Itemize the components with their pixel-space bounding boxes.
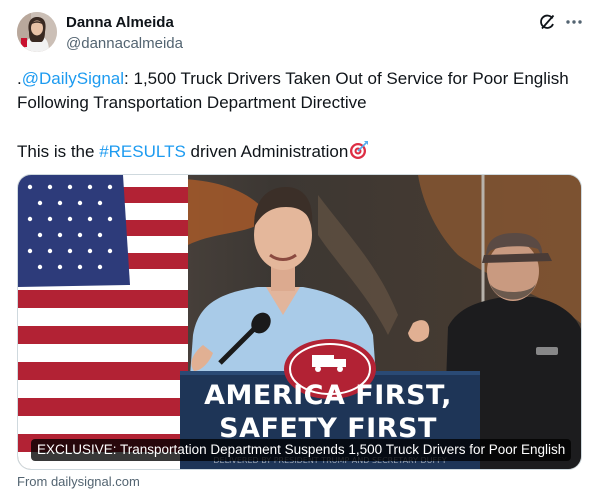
author-name[interactable]: Danna Almeida <box>66 14 174 31</box>
tweet-text-line-2: Following Transportation Department Dire… <box>17 93 367 112</box>
text-segment: This is the <box>17 142 100 161</box>
hashtag-link[interactable]: #RESULTS <box>99 142 186 161</box>
link-card-media[interactable]: DELIVERED BY PRESIDENT TRUMP AND SECRETA… <box>17 174 582 470</box>
tweet: Danna Almeida @dannacalmeida .@DailySign… <box>0 0 598 491</box>
card-source-link[interactable]: From dailysignal.com <box>17 474 140 489</box>
text-segment: : 1,500 Truck Drivers Taken Out of Servi… <box>124 69 569 88</box>
podium-headline-line-1: AMERICA FIRST, <box>204 380 452 411</box>
direct-hit-target-icon <box>349 140 369 160</box>
mention-link[interactable]: @DailySignal <box>22 69 124 88</box>
tweet-text-line-3: This is the #RESULTS driven Administrati… <box>17 140 369 163</box>
card-caption: EXCLUSIVE: Transportation Department Sus… <box>31 439 572 461</box>
tweet-text-line-1: .@DailySignal: 1,500 Truck Drivers Taken… <box>17 68 569 90</box>
text-segment: driven Administration <box>185 142 349 161</box>
more-options-icon[interactable] <box>564 12 584 32</box>
avatar-photo <box>17 12 57 52</box>
author-avatar[interactable] <box>17 12 57 52</box>
grok-icon[interactable] <box>538 13 556 31</box>
author-handle[interactable]: @dannacalmeida <box>66 35 183 52</box>
